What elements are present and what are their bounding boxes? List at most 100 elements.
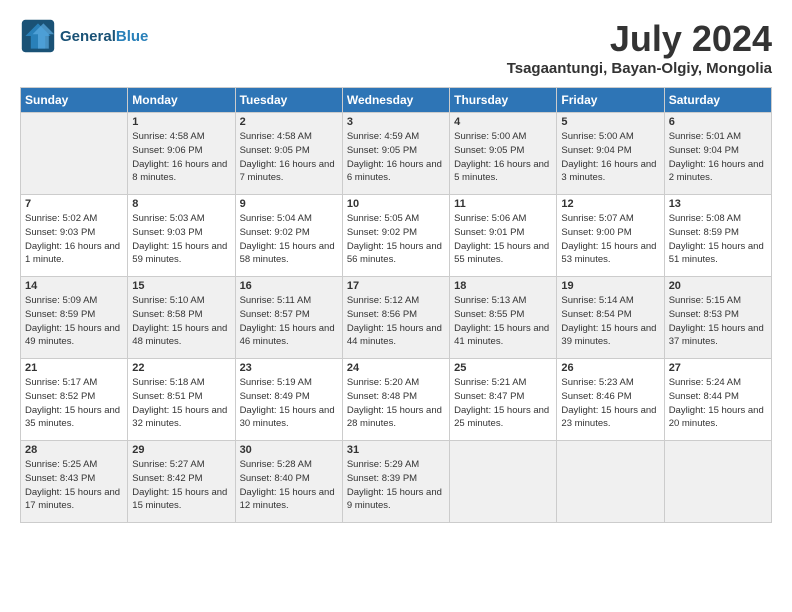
- day-info: Sunrise: 5:00 AMSunset: 9:04 PMDaylight:…: [561, 131, 656, 183]
- day-cell: 12 Sunrise: 5:07 AMSunset: 9:00 PMDayligh…: [557, 195, 664, 277]
- logo-icon: [20, 18, 56, 54]
- day-info: Sunrise: 5:01 AMSunset: 9:04 PMDaylight:…: [669, 131, 764, 183]
- col-friday: Friday: [557, 88, 664, 113]
- day-cell: 24 Sunrise: 5:20 AMSunset: 8:48 PMDayligh…: [342, 359, 449, 441]
- day-info: Sunrise: 5:17 AMSunset: 8:52 PMDaylight:…: [25, 377, 120, 429]
- day-info: Sunrise: 5:04 AMSunset: 9:02 PMDaylight:…: [240, 213, 335, 265]
- day-number: 6: [669, 116, 767, 128]
- day-info: Sunrise: 5:03 AMSunset: 9:03 PMDaylight:…: [132, 213, 227, 265]
- day-number: 26: [561, 362, 659, 374]
- day-number: 30: [240, 444, 338, 456]
- day-cell: [664, 441, 771, 523]
- col-monday: Monday: [128, 88, 235, 113]
- day-cell: 8 Sunrise: 5:03 AMSunset: 9:03 PMDaylight…: [128, 195, 235, 277]
- day-cell: 20 Sunrise: 5:15 AMSunset: 8:53 PMDayligh…: [664, 277, 771, 359]
- day-cell: [557, 441, 664, 523]
- week-row-4: 21 Sunrise: 5:17 AMSunset: 8:52 PMDayligh…: [21, 359, 772, 441]
- week-row-5: 28Sunrise: 5:25 AMSunset: 8:43 PMDayligh…: [21, 441, 772, 523]
- day-number: 24: [347, 362, 445, 374]
- logo-text: GeneralBlue: [60, 28, 148, 45]
- day-cell: 21 Sunrise: 5:17 AMSunset: 8:52 PMDayligh…: [21, 359, 128, 441]
- day-number: 25: [454, 362, 552, 374]
- day-cell: 29Sunrise: 5:27 AMSunset: 8:42 PMDayligh…: [128, 441, 235, 523]
- day-number: 16: [240, 280, 338, 292]
- day-info: Sunrise: 5:19 AMSunset: 8:49 PMDaylight:…: [240, 377, 335, 429]
- day-number: 15: [132, 280, 230, 292]
- day-cell: 11 Sunrise: 5:06 AMSunset: 9:01 PMDayligh…: [450, 195, 557, 277]
- day-cell: 14Sunrise: 5:09 AMSunset: 8:59 PMDayligh…: [21, 277, 128, 359]
- day-info: Sunrise: 5:13 AMSunset: 8:55 PMDaylight:…: [454, 295, 549, 347]
- day-cell: [21, 113, 128, 195]
- col-sunday: Sunday: [21, 88, 128, 113]
- day-number: 10: [347, 198, 445, 210]
- day-number: 21: [25, 362, 123, 374]
- day-number: 29: [132, 444, 230, 456]
- day-info: Sunrise: 5:09 AMSunset: 8:59 PMDaylight:…: [25, 295, 120, 347]
- day-number: 2: [240, 116, 338, 128]
- day-number: 3: [347, 116, 445, 128]
- day-cell: 26 Sunrise: 5:23 AMSunset: 8:46 PMDayligh…: [557, 359, 664, 441]
- day-cell: 30 Sunrise: 5:28 AMSunset: 8:40 PMDayligh…: [235, 441, 342, 523]
- location-subtitle: Tsagaantungi, Bayan-Olgiy, Mongolia: [507, 60, 772, 77]
- col-tuesday: Tuesday: [235, 88, 342, 113]
- day-cell: 17Sunrise: 5:12 AMSunset: 8:56 PMDayligh…: [342, 277, 449, 359]
- day-info: Sunrise: 5:28 AMSunset: 8:40 PMDaylight:…: [240, 459, 335, 511]
- day-info: Sunrise: 5:12 AMSunset: 8:56 PMDaylight:…: [347, 295, 442, 347]
- day-info: Sunrise: 5:25 AMSunset: 8:43 PMDaylight:…: [25, 459, 120, 511]
- day-info: Sunrise: 4:58 AMSunset: 9:06 PMDaylight:…: [132, 131, 227, 183]
- day-cell: 19Sunrise: 5:14 AMSunset: 8:54 PMDayligh…: [557, 277, 664, 359]
- day-number: 7: [25, 198, 123, 210]
- day-info: Sunrise: 5:06 AMSunset: 9:01 PMDaylight:…: [454, 213, 549, 265]
- day-number: 12: [561, 198, 659, 210]
- day-info: Sunrise: 5:07 AMSunset: 9:00 PMDaylight:…: [561, 213, 656, 265]
- day-info: Sunrise: 4:59 AMSunset: 9:05 PMDaylight:…: [347, 131, 442, 183]
- day-number: 23: [240, 362, 338, 374]
- day-info: Sunrise: 5:00 AMSunset: 9:05 PMDaylight:…: [454, 131, 549, 183]
- day-info: Sunrise: 5:11 AMSunset: 8:57 PMDaylight:…: [240, 295, 335, 347]
- day-cell: 16 Sunrise: 5:11 AMSunset: 8:57 PMDayligh…: [235, 277, 342, 359]
- day-number: 19: [561, 280, 659, 292]
- week-row-1: 1 Sunrise: 4:58 AMSunset: 9:06 PMDaylight…: [21, 113, 772, 195]
- week-row-3: 14Sunrise: 5:09 AMSunset: 8:59 PMDayligh…: [21, 277, 772, 359]
- week-row-2: 7 Sunrise: 5:02 AMSunset: 9:03 PMDaylight…: [21, 195, 772, 277]
- page-header: GeneralBlue July 2024 Tsagaantungi, Baya…: [20, 18, 772, 77]
- day-number: 11: [454, 198, 552, 210]
- day-number: 5: [561, 116, 659, 128]
- calendar-table: Sunday Monday Tuesday Wednesday Thursday…: [20, 87, 772, 523]
- header-row: Sunday Monday Tuesday Wednesday Thursday…: [21, 88, 772, 113]
- day-number: 18: [454, 280, 552, 292]
- day-number: 20: [669, 280, 767, 292]
- day-info: Sunrise: 5:20 AMSunset: 8:48 PMDaylight:…: [347, 377, 442, 429]
- day-cell: 3 Sunrise: 4:59 AMSunset: 9:05 PMDaylight…: [342, 113, 449, 195]
- col-thursday: Thursday: [450, 88, 557, 113]
- day-info: Sunrise: 4:58 AMSunset: 9:05 PMDaylight:…: [240, 131, 335, 183]
- day-cell: 5 Sunrise: 5:00 AMSunset: 9:04 PMDaylight…: [557, 113, 664, 195]
- day-cell: 1 Sunrise: 4:58 AMSunset: 9:06 PMDaylight…: [128, 113, 235, 195]
- day-number: 4: [454, 116, 552, 128]
- day-number: 9: [240, 198, 338, 210]
- logo: GeneralBlue: [20, 18, 148, 54]
- day-info: Sunrise: 5:21 AMSunset: 8:47 PMDaylight:…: [454, 377, 549, 429]
- day-cell: 15Sunrise: 5:10 AMSunset: 8:58 PMDayligh…: [128, 277, 235, 359]
- title-block: July 2024 Tsagaantungi, Bayan-Olgiy, Mon…: [507, 18, 772, 77]
- day-number: 8: [132, 198, 230, 210]
- day-number: 27: [669, 362, 767, 374]
- day-number: 1: [132, 116, 230, 128]
- day-cell: 2 Sunrise: 4:58 AMSunset: 9:05 PMDaylight…: [235, 113, 342, 195]
- day-cell: 4 Sunrise: 5:00 AMSunset: 9:05 PMDaylight…: [450, 113, 557, 195]
- day-info: Sunrise: 5:23 AMSunset: 8:46 PMDaylight:…: [561, 377, 656, 429]
- calendar-page: GeneralBlue July 2024 Tsagaantungi, Baya…: [0, 0, 792, 533]
- day-cell: 18 Sunrise: 5:13 AMSunset: 8:55 PMDayligh…: [450, 277, 557, 359]
- day-info: Sunrise: 5:08 AMSunset: 8:59 PMDaylight:…: [669, 213, 764, 265]
- col-wednesday: Wednesday: [342, 88, 449, 113]
- day-info: Sunrise: 5:15 AMSunset: 8:53 PMDaylight:…: [669, 295, 764, 347]
- day-cell: 27 Sunrise: 5:24 AMSunset: 8:44 PMDayligh…: [664, 359, 771, 441]
- day-cell: 28Sunrise: 5:25 AMSunset: 8:43 PMDayligh…: [21, 441, 128, 523]
- day-cell: [450, 441, 557, 523]
- day-info: Sunrise: 5:18 AMSunset: 8:51 PMDaylight:…: [132, 377, 227, 429]
- day-number: 13: [669, 198, 767, 210]
- col-saturday: Saturday: [664, 88, 771, 113]
- day-info: Sunrise: 5:24 AMSunset: 8:44 PMDaylight:…: [669, 377, 764, 429]
- day-info: Sunrise: 5:02 AMSunset: 9:03 PMDaylight:…: [25, 213, 120, 265]
- day-info: Sunrise: 5:05 AMSunset: 9:02 PMDaylight:…: [347, 213, 442, 265]
